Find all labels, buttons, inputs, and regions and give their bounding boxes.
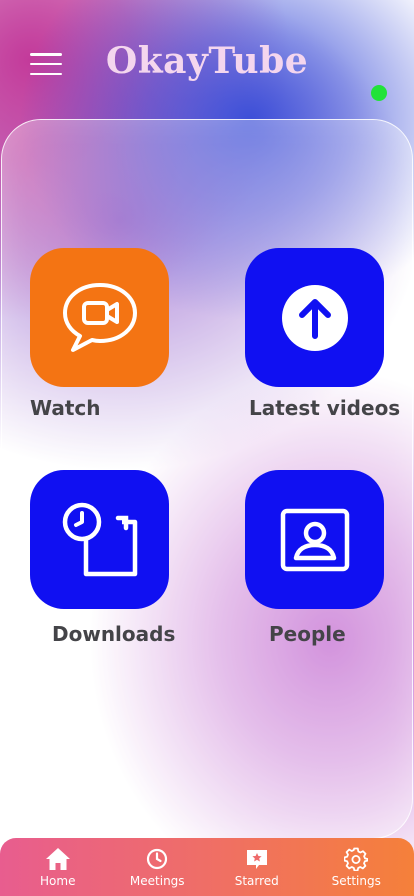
nav-label: Starred bbox=[234, 874, 279, 888]
nav-label: Meetings bbox=[129, 874, 185, 888]
tile-label: People bbox=[269, 622, 346, 646]
nav-label: Settings bbox=[331, 874, 381, 888]
header: OkayTube bbox=[0, 0, 414, 120]
tile-label: Downloads bbox=[52, 622, 176, 646]
clock-icon bbox=[144, 846, 170, 872]
nav-settings[interactable]: Settings bbox=[316, 846, 396, 888]
nav-meetings[interactable]: Meetings bbox=[117, 846, 197, 888]
arrow-up-circle-icon bbox=[245, 248, 384, 387]
bottom-nav: Home Meetings Starred Settings bbox=[0, 838, 414, 896]
app-title: OkayTube bbox=[105, 40, 309, 82]
tile-watch[interactable]: Watch bbox=[30, 248, 169, 420]
nav-label: Home bbox=[40, 874, 76, 888]
tile-label: Latest videos bbox=[249, 396, 401, 420]
nav-home[interactable]: Home bbox=[18, 846, 98, 888]
online-status-dot bbox=[371, 85, 387, 101]
nav-starred[interactable]: Starred bbox=[217, 846, 297, 888]
tile-people[interactable]: People bbox=[245, 470, 384, 646]
clock-calendar-icon bbox=[30, 470, 169, 609]
gear-icon bbox=[343, 846, 369, 872]
star-message-icon bbox=[244, 846, 270, 872]
tile-downloads[interactable]: Downloads bbox=[30, 470, 175, 646]
home-icon bbox=[45, 846, 71, 872]
video-chat-icon bbox=[30, 248, 169, 387]
tile-latest-videos[interactable]: Latest videos bbox=[245, 248, 400, 420]
contact-card-icon bbox=[245, 470, 384, 609]
tile-label: Watch bbox=[30, 396, 101, 420]
